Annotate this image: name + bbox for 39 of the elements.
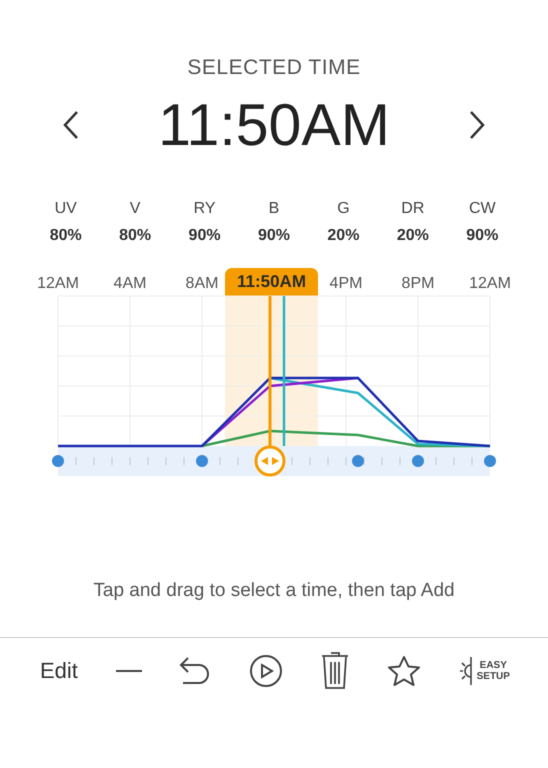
easy-setup-button[interactable]: EASY SETUP — [458, 656, 510, 686]
minus-icon[interactable] — [116, 668, 142, 672]
point-handle[interactable] — [352, 454, 364, 466]
channel-percent: 80% — [119, 226, 152, 246]
star-icon[interactable] — [386, 654, 421, 686]
section-title: SELECTED TIME — [187, 55, 361, 81]
channel-name: CW — [468, 198, 496, 218]
channel-percent: 90% — [258, 226, 290, 246]
channel-name: G — [337, 198, 350, 218]
trash-icon[interactable] — [321, 652, 350, 690]
selected-time: 11:50AM — [158, 96, 390, 154]
undo-icon[interactable] — [179, 656, 212, 686]
chevron-left-icon[interactable] — [62, 110, 80, 140]
play-icon[interactable] — [249, 654, 284, 688]
time-axis-label: 4AM — [114, 274, 146, 294]
time-axis-label: 12AM — [469, 274, 511, 294]
time-axis-label: 4PM — [330, 274, 362, 294]
lamp-icon — [458, 656, 473, 686]
time-axis-label: 12AM — [37, 274, 79, 294]
channel-percent: 80% — [50, 226, 82, 246]
channel-percent: 90% — [188, 226, 221, 246]
point-handle[interactable] — [484, 454, 496, 466]
selected-time-tab[interactable]: 11:50AM — [225, 268, 318, 296]
point-handle[interactable] — [52, 454, 64, 466]
chevron-right-icon[interactable] — [468, 110, 486, 140]
channel-name: DR — [401, 198, 424, 218]
point-handle[interactable] — [412, 454, 424, 466]
channel-percent: 90% — [466, 226, 498, 246]
channel-percent: 20% — [396, 226, 429, 246]
channel-percent: 20% — [327, 226, 360, 246]
time-axis-label: 8AM — [186, 274, 218, 294]
time-axis-label: 8PM — [402, 274, 434, 294]
channel-name: V — [130, 198, 140, 218]
channel-name: B — [268, 198, 280, 218]
instruction-text: Tap and drag to select a time, then tap Add — [93, 578, 455, 602]
point-handle[interactable] — [196, 454, 208, 466]
edit-button[interactable]: Edit — [40, 654, 78, 687]
channel-name: UV — [54, 198, 77, 218]
channel-name: RY — [194, 198, 216, 218]
